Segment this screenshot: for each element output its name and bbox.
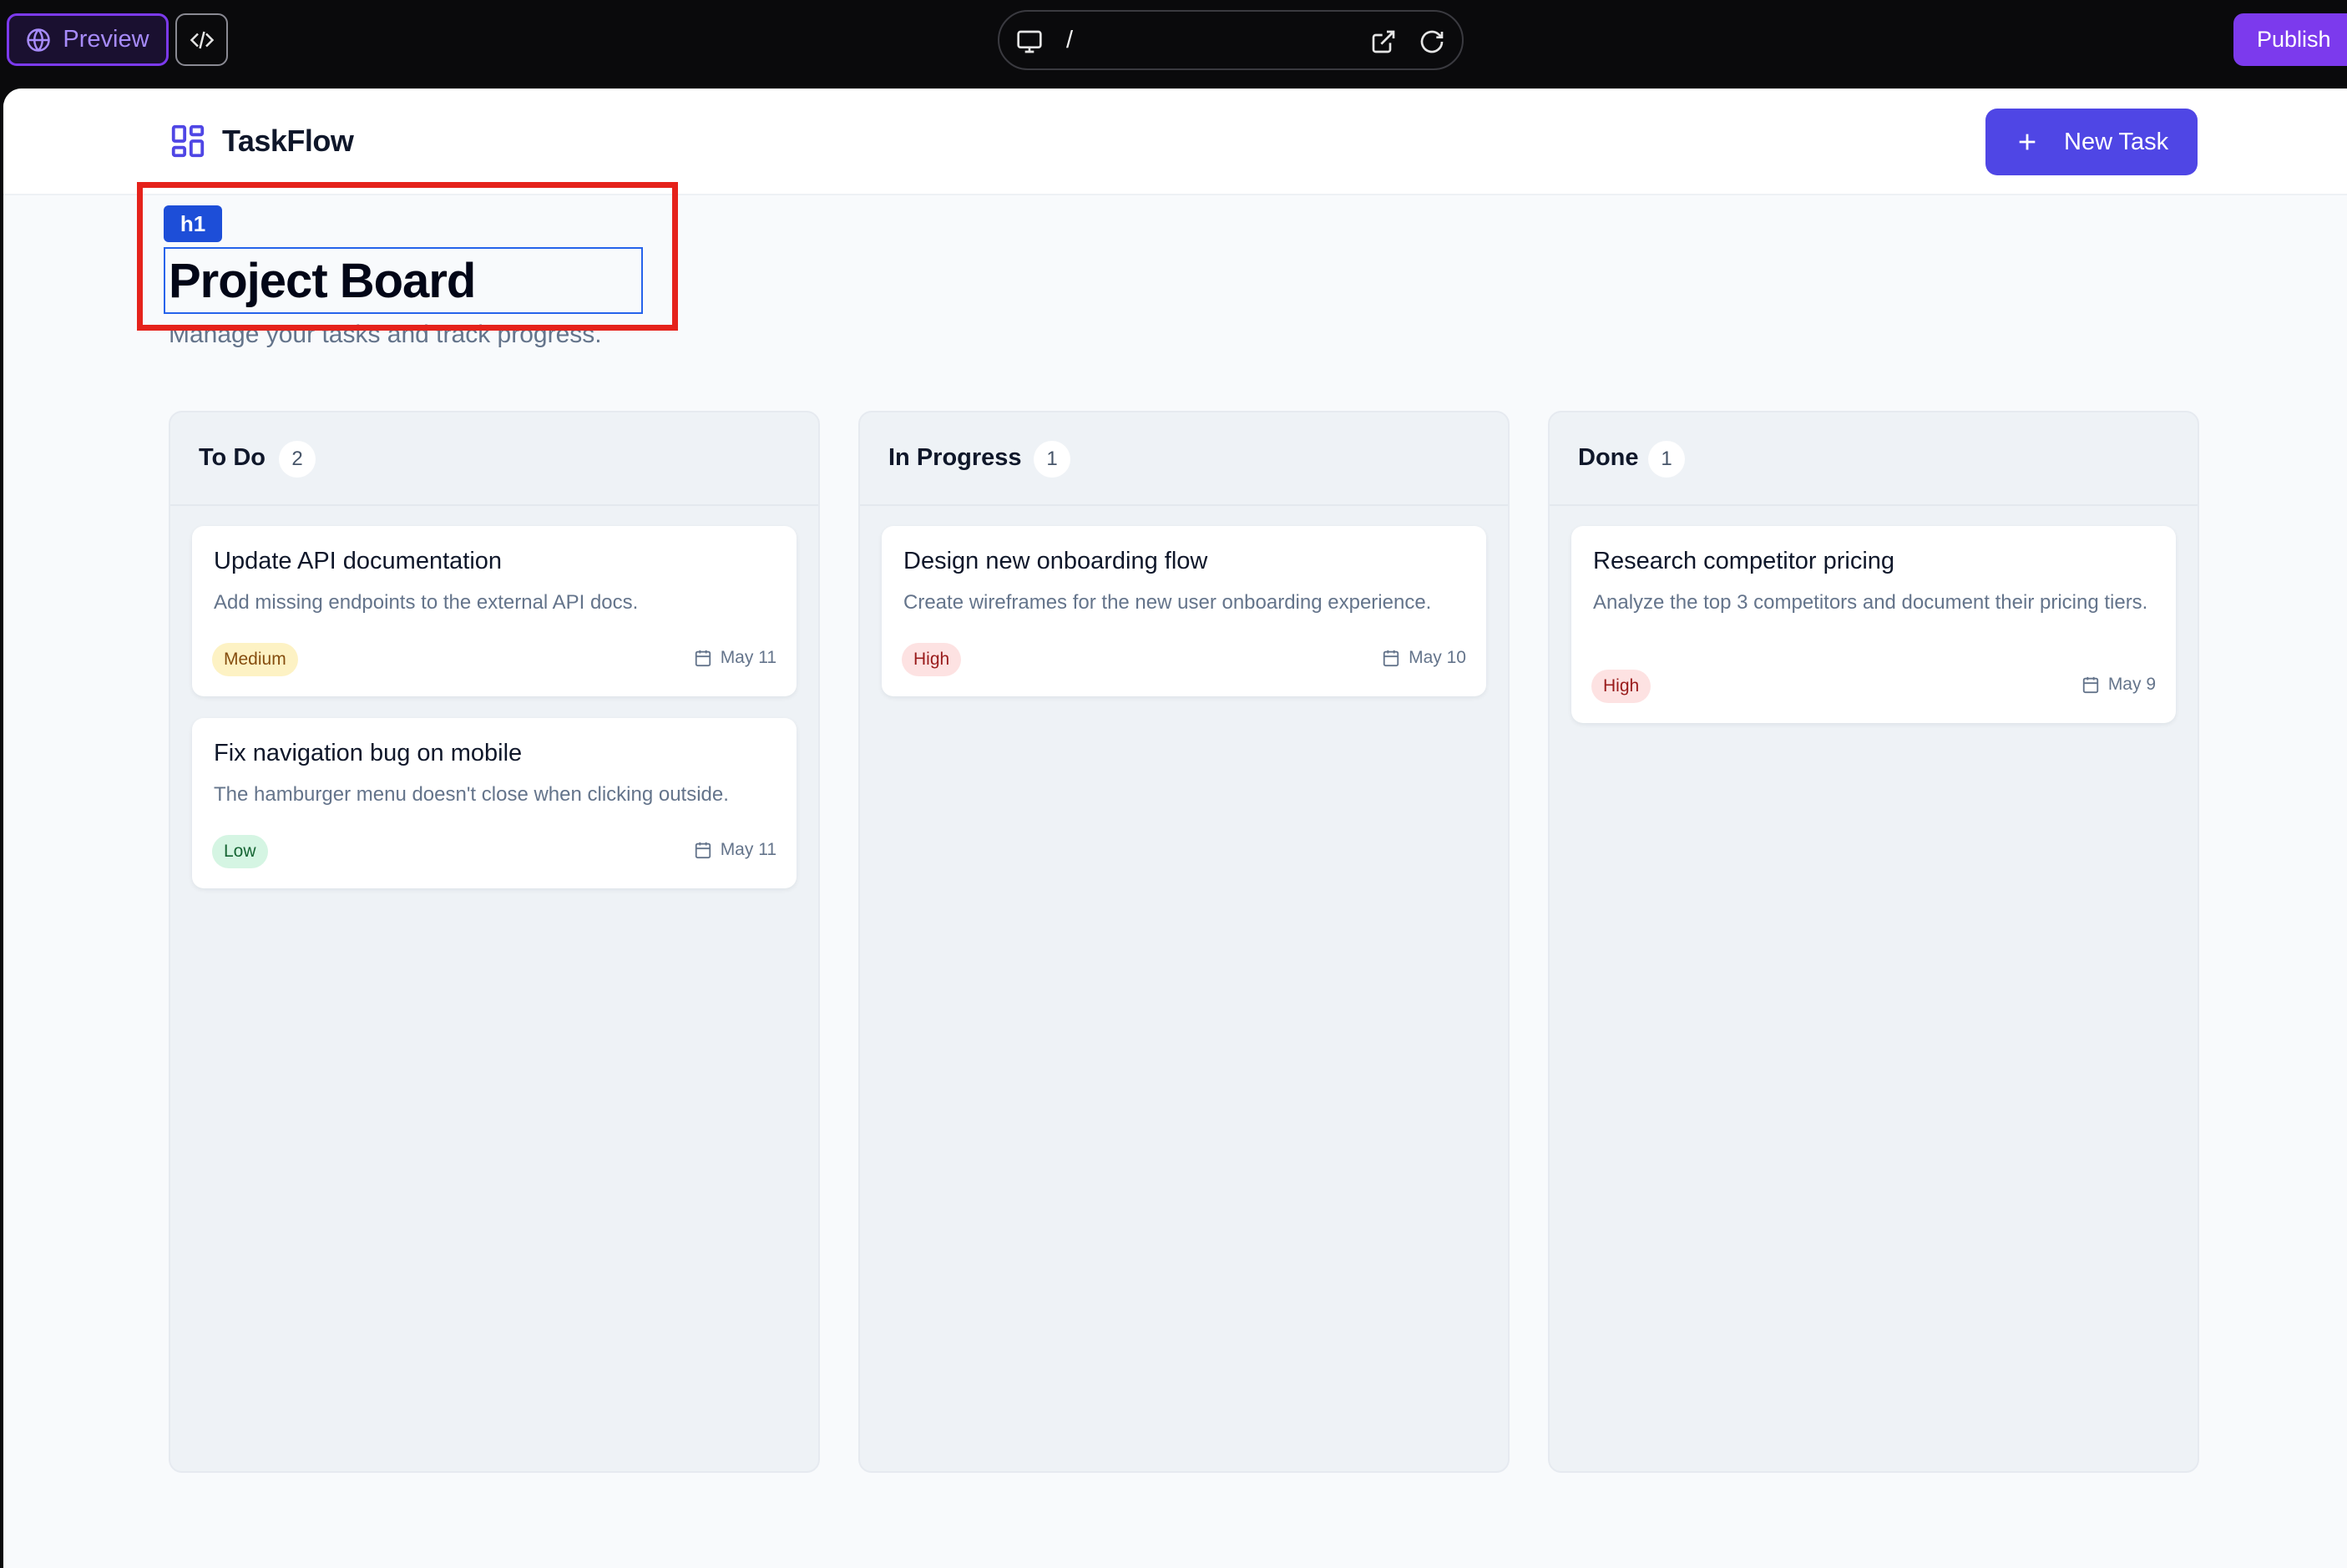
- task-due-date: May 10: [1382, 648, 1466, 668]
- task-card[interactable]: Fix navigation bug on mobile The hamburg…: [192, 718, 797, 888]
- column-count: 1: [1034, 441, 1070, 478]
- calendar-icon: [1383, 650, 1399, 667]
- publish-button[interactable]: Publish: [2233, 13, 2347, 66]
- app-logo-text: TaskFlow: [222, 124, 354, 158]
- due-date-text: May 11: [720, 648, 776, 667]
- url-bar[interactable]: /: [998, 10, 1464, 70]
- calendar-icon: [695, 650, 711, 667]
- task-due-date: May 11: [694, 648, 776, 668]
- column-title: To Do: [199, 444, 266, 471]
- preview-label: Preview: [63, 26, 149, 53]
- new-task-button[interactable]: New Task: [1985, 109, 2198, 175]
- code-view-button[interactable]: [175, 13, 228, 66]
- column-title: In Progress: [888, 444, 1022, 471]
- column-header: Done 1: [1550, 412, 2198, 506]
- priority-badge: Medium: [212, 643, 298, 676]
- priority-badge: High: [1591, 670, 1651, 703]
- column-count: 2: [279, 441, 316, 478]
- editor-toolbar: Preview / Publish: [0, 0, 2347, 87]
- preview-button[interactable]: Preview: [7, 13, 169, 66]
- calendar-icon: [695, 842, 711, 859]
- due-date-text: May 10: [1409, 648, 1466, 667]
- app-header: TaskFlow New Task: [3, 89, 2347, 195]
- task-description: Add missing endpoints to the external AP…: [214, 591, 639, 614]
- task-due-date: May 9: [2081, 675, 2156, 695]
- reload-icon[interactable]: [1419, 28, 1445, 55]
- task-card[interactable]: Research competitor pricing Analyze the …: [1571, 526, 2176, 723]
- column-header: In Progress 1: [860, 412, 1508, 506]
- new-task-label: New Task: [2064, 128, 2169, 155]
- task-due-date: May 11: [694, 840, 776, 860]
- open-external-icon[interactable]: [1370, 28, 1397, 55]
- column-header: To Do 2: [170, 412, 818, 506]
- task-description: Create wireframes for the new user onboa…: [903, 591, 1432, 614]
- app-preview: TaskFlow New Task Project Board Manage y…: [3, 89, 2347, 1568]
- task-description: The hamburger menu doesn't close when cl…: [214, 783, 729, 806]
- task-card[interactable]: Design new onboarding flow Create wirefr…: [882, 526, 1486, 696]
- plus-icon: [2019, 134, 2036, 150]
- task-title: Update API documentation: [214, 548, 503, 574]
- column-title: Done: [1578, 444, 1639, 471]
- task-title: Research competitor pricing: [1593, 548, 1895, 574]
- globe-icon: [27, 28, 51, 52]
- task-title: Fix navigation bug on mobile: [214, 740, 523, 766]
- column-in-progress: In Progress 1 Design new onboarding flow…: [858, 411, 1510, 1473]
- priority-badge: High: [902, 643, 962, 676]
- code-icon: [190, 31, 214, 48]
- layout-grid-icon: [171, 124, 205, 158]
- url-path[interactable]: /: [1066, 27, 1073, 54]
- column-done: Done 1 Research competitor pricing Analy…: [1548, 411, 2199, 1473]
- calendar-icon: [2082, 676, 2098, 694]
- annotation-highlight-box: [137, 182, 678, 331]
- monitor-icon[interactable]: [1016, 28, 1043, 55]
- task-card[interactable]: Update API documentation Add missing end…: [192, 526, 797, 696]
- due-date-text: May 9: [2107, 675, 2156, 694]
- priority-badge: Low: [212, 835, 268, 868]
- task-description: Analyze the top 3 competitors and docume…: [1593, 591, 2148, 614]
- column-count: 1: [1648, 441, 1685, 478]
- due-date-text: May 11: [720, 840, 776, 859]
- column-todo: To Do 2 Update API documentation Add mis…: [169, 411, 820, 1473]
- task-title: Design new onboarding flow: [903, 548, 1208, 574]
